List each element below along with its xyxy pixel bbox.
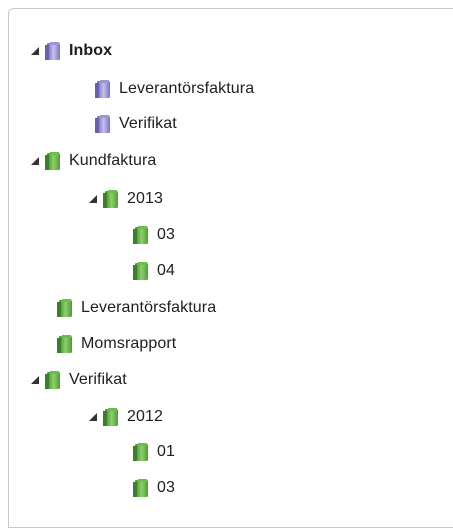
folder-green-icon	[43, 369, 65, 391]
folder-green-icon	[55, 297, 77, 319]
tree-node-label: 2012	[127, 408, 163, 425]
tree-node-verifikat-2012[interactable]: 2012	[87, 405, 165, 429]
tree-node-label: 03	[157, 226, 175, 243]
tree-node-inbox[interactable]: Inbox	[29, 39, 114, 63]
triangle-expanded-icon[interactable]	[29, 374, 41, 386]
folder-green-icon	[101, 406, 123, 428]
tree-node-label: 04	[157, 262, 175, 279]
tree-node-kundfaktura-2013-04[interactable]: 04	[131, 259, 177, 283]
triangle-expanded-icon[interactable]	[29, 45, 41, 57]
tree-node-leverantorsfaktura[interactable]: Leverantörsfaktura	[55, 296, 218, 320]
tree-node-label: Kundfaktura	[69, 152, 157, 169]
tree-node-verifikat-2012-03[interactable]: 03	[131, 476, 177, 500]
tree-node-kundfaktura-2013[interactable]: 2013	[87, 187, 165, 211]
triangle-expanded-icon[interactable]	[87, 411, 99, 423]
folder-green-icon	[55, 333, 77, 355]
folder-green-icon	[43, 150, 65, 172]
tree-node-kundfaktura-2013-03[interactable]: 03	[131, 223, 177, 247]
tree-node-verifikat[interactable]: Verifikat	[29, 368, 129, 392]
folder-green-icon	[101, 188, 123, 210]
tree-node-inbox-verifikat[interactable]: Verifikat	[93, 112, 179, 136]
tree-node-kundfaktura[interactable]: Kundfaktura	[29, 149, 158, 173]
tree-node-label: Inbox	[69, 42, 113, 59]
folder-green-icon	[131, 260, 153, 282]
triangle-expanded-icon[interactable]	[87, 193, 99, 205]
folder-green-icon	[131, 224, 153, 246]
folder-purple-icon	[43, 40, 65, 62]
tree-node-inbox-leverantorsfaktura[interactable]: Leverantörsfaktura	[93, 77, 256, 101]
folder-purple-icon	[93, 78, 115, 100]
tree-node-label: 01	[157, 443, 175, 460]
tree-node-momsrapport[interactable]: Momsrapport	[55, 332, 178, 356]
tree-node-label: Leverantörsfaktura	[81, 299, 217, 316]
folder-purple-icon	[93, 113, 115, 135]
triangle-expanded-icon[interactable]	[29, 155, 41, 167]
tree-node-verifikat-2012-01[interactable]: 01	[131, 440, 177, 464]
tree-node-label: 03	[157, 479, 175, 496]
folder-green-icon	[131, 477, 153, 499]
folder-tree: Inbox Leverantörsfaktura Verifikat Kundf…	[9, 9, 453, 527]
tree-node-label: Momsrapport	[81, 335, 177, 352]
tree-node-label: Verifikat	[69, 371, 127, 388]
tree-node-label: Verifikat	[119, 115, 177, 132]
tree-node-label: 2013	[127, 190, 163, 207]
folder-tree-panel: Inbox Leverantörsfaktura Verifikat Kundf…	[8, 8, 453, 528]
folder-green-icon	[131, 441, 153, 463]
tree-node-label: Leverantörsfaktura	[119, 80, 255, 97]
